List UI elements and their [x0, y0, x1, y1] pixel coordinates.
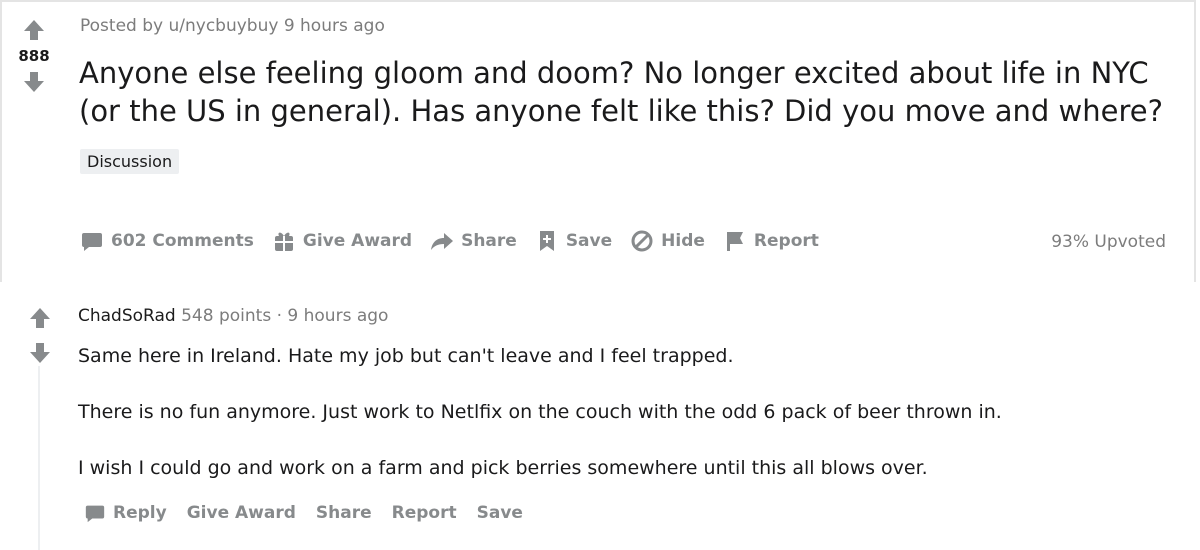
hide-circle-slash-icon [631, 230, 653, 252]
save-label: Save [565, 231, 613, 251]
reply-button[interactable]: Reply [84, 502, 167, 524]
comment-author[interactable]: ChadSoRad [78, 306, 176, 326]
upvote-ratio: 93% Upvoted [1051, 232, 1166, 252]
comments-label: 602 Comments [111, 231, 254, 251]
downvote-arrow-icon[interactable] [22, 70, 46, 94]
comment-vote-column [28, 306, 52, 365]
thread-line[interactable] [38, 366, 40, 550]
comment-body: Same here in Ireland. Hate my job but ca… [78, 343, 1178, 511]
post-vote-column: 888 [2, 18, 66, 94]
share-button[interactable]: Share [430, 229, 517, 253]
comment-share-button[interactable]: Share [316, 503, 372, 523]
upvote-arrow-icon[interactable] [22, 18, 46, 42]
comment: ChadSoRad 548 points · 9 hours ago Same … [0, 282, 1200, 550]
post-actions: 602 Comments Give Award Share Save Hide … [80, 229, 819, 253]
flag-icon [726, 232, 743, 251]
comment-time[interactable]: 9 hours ago [287, 306, 388, 326]
save-button[interactable]: Save [535, 229, 612, 253]
comment-actions: Reply Give Award Share Report Save [84, 502, 523, 524]
comment-points: 548 points [181, 306, 272, 326]
post-meta: Posted by u/nycbuybuy 9 hours ago [80, 16, 385, 36]
comment-report-button[interactable]: Report [392, 503, 457, 523]
comment-bubble-icon [85, 505, 105, 523]
bookmark-icon [539, 231, 554, 251]
comment-paragraph: Same here in Ireland. Hate my job but ca… [78, 345, 734, 367]
downvote-arrow-icon[interactable] [28, 341, 52, 365]
comment-save-button[interactable]: Save [477, 503, 523, 523]
post-title[interactable]: Anyone else feeling gloom and doom? No l… [79, 54, 1179, 130]
comment-meta: ChadSoRad 548 points · 9 hours ago [78, 306, 388, 326]
give-award-label: Give Award [302, 231, 413, 251]
reply-label: Reply [113, 503, 167, 523]
post-card: 888 Posted by u/nycbuybuy 9 hours ago An… [0, 0, 1196, 282]
meta-separator: · [276, 306, 282, 326]
hide-button[interactable]: Hide [630, 229, 705, 253]
give-award-button[interactable]: Give Award [272, 229, 412, 253]
comment-give-award-button[interactable]: Give Award [187, 503, 296, 523]
comments-button[interactable]: 602 Comments [80, 229, 254, 253]
post-score: 888 [18, 47, 50, 65]
comment-bubble-icon [82, 233, 102, 251]
share-label: Share [461, 231, 517, 251]
report-button[interactable]: Report [723, 229, 819, 253]
report-label: Report [753, 231, 819, 251]
post-flair[interactable]: Discussion [80, 149, 180, 174]
share-arrow-icon [431, 233, 454, 250]
gift-icon [274, 232, 293, 251]
upvote-arrow-icon[interactable] [28, 306, 52, 330]
hide-label: Hide [661, 231, 705, 251]
comment-paragraph: There is no fun anymore. Just work to Ne… [78, 401, 1002, 423]
comment-paragraph: I wish I could go and work on a farm and… [78, 457, 928, 479]
